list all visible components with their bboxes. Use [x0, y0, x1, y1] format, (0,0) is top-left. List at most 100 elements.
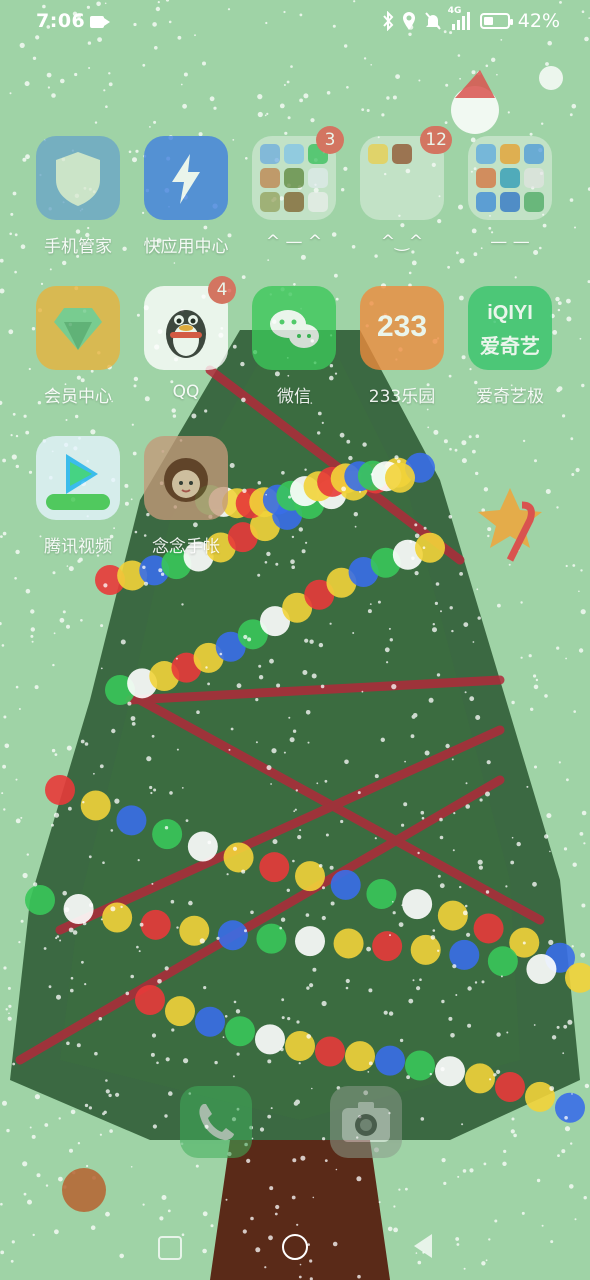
snowflake — [443, 439, 448, 444]
snowflake — [296, 1020, 300, 1024]
snowflake — [279, 926, 283, 930]
garland-bulb — [223, 842, 254, 873]
dock-camera[interactable] — [330, 1086, 402, 1158]
snowflake — [170, 899, 175, 904]
snowflake — [469, 1168, 474, 1173]
snowflake — [487, 527, 492, 532]
snowflake — [3, 715, 7, 719]
app-qq[interactable]: 4 QQ — [132, 276, 240, 402]
app-member-center[interactable]: 会员中心 — [24, 286, 132, 407]
snowflake — [445, 743, 450, 749]
snowflake — [94, 1051, 98, 1056]
snowflake — [267, 1114, 272, 1119]
folder-icon: 12 — [360, 126, 452, 220]
snowflake — [33, 882, 38, 887]
snowflake — [232, 846, 238, 851]
snowflake — [171, 1028, 175, 1032]
app-wechat[interactable]: 微信 — [240, 286, 348, 407]
back-icon[interactable] — [414, 1234, 432, 1258]
snowflake — [429, 1072, 432, 1076]
status-icons: 4G 42% — [382, 6, 560, 32]
snowflake — [142, 63, 146, 67]
snowflake — [226, 873, 229, 876]
snowflake — [12, 191, 17, 196]
snowflake — [427, 426, 430, 429]
app-iqiyi[interactable]: iQIYI 爱奇艺 爱奇艺极 — [456, 286, 564, 407]
snowflake — [53, 632, 56, 635]
mute-icon — [424, 11, 442, 31]
snowflake — [281, 1016, 285, 1020]
home-icon[interactable] — [282, 1234, 308, 1260]
snowflake — [233, 1000, 237, 1004]
diamond-icon — [36, 286, 120, 370]
dock-phone[interactable] — [180, 1086, 252, 1158]
snowflake — [533, 684, 539, 690]
garland-bulb — [402, 889, 433, 920]
app-folder-3[interactable]: — — — [456, 136, 564, 252]
snowflake — [502, 1161, 507, 1167]
snowflake — [432, 623, 435, 626]
snowflake — [108, 1093, 112, 1098]
snowflake — [409, 540, 413, 544]
snowflake — [417, 1260, 422, 1265]
snowflake — [368, 1061, 373, 1066]
app-phone-manager[interactable]: 手机管家 — [24, 136, 132, 257]
snowflake — [394, 455, 399, 460]
snowflake — [171, 408, 176, 413]
app-233-paradise[interactable]: 233 233乐园 — [348, 286, 456, 407]
snowflake — [23, 414, 27, 418]
snowflake — [15, 464, 19, 469]
garland-bulb — [435, 1056, 465, 1087]
snowflake — [230, 727, 234, 731]
snowflake — [10, 212, 14, 216]
app-niannian-journal[interactable]: 念念手帐 — [132, 436, 240, 557]
snowflake — [485, 64, 489, 68]
snowflake — [99, 1133, 102, 1136]
snowflake — [417, 851, 420, 855]
snowflake — [25, 430, 30, 435]
app-label: ^ — ^ — [265, 232, 323, 252]
snowflake — [84, 983, 87, 986]
snowflake — [467, 1023, 472, 1028]
snowflake — [152, 1124, 157, 1129]
snowflake — [7, 986, 11, 990]
snowflake — [411, 714, 416, 719]
snowflake — [346, 86, 349, 89]
snowflake — [70, 976, 74, 980]
snowflake — [66, 565, 69, 567]
snowflake — [361, 690, 364, 693]
app-label: 快应用中心 — [143, 237, 229, 257]
snowflake — [302, 670, 308, 675]
app-folder-2[interactable]: 12 ^‿^ — [348, 126, 456, 252]
snowflake — [12, 1062, 16, 1066]
snowflake — [276, 683, 281, 688]
garland-bulb — [187, 831, 218, 862]
snowflake — [25, 588, 31, 594]
snowflake — [381, 113, 385, 117]
app-folder-1[interactable]: 3 ^ — ^ — [240, 126, 348, 252]
app-label: 233乐园 — [368, 387, 436, 407]
snowflake — [566, 316, 572, 322]
recent-apps-icon[interactable] — [158, 1236, 182, 1260]
snowflake — [247, 637, 252, 642]
garland-bulb — [375, 1045, 405, 1076]
snowflake — [181, 1233, 185, 1236]
snowflake — [139, 922, 144, 927]
app-tencent-video[interactable]: 腾讯视频 — [24, 436, 132, 557]
snowflake — [488, 1238, 491, 1241]
garland-bulb — [410, 934, 441, 965]
snowflake — [191, 413, 197, 419]
snowflake — [275, 562, 279, 566]
snowflake — [354, 525, 357, 528]
snowflake — [110, 829, 114, 832]
snowflake — [264, 1266, 267, 1269]
snowflake — [90, 429, 96, 435]
snowflake — [1, 792, 4, 795]
snowflake — [207, 682, 211, 686]
snowflake — [130, 1166, 133, 1168]
app-quick-app-center[interactable]: 快应用中心 — [132, 136, 240, 257]
snowflake — [164, 1114, 168, 1118]
snowflake — [294, 808, 297, 811]
snowflake — [566, 298, 571, 304]
snowflake — [345, 978, 350, 984]
